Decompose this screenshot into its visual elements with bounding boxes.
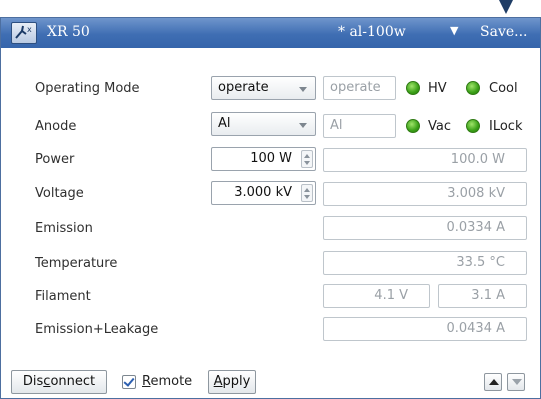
remote-checkbox[interactable]: [122, 375, 136, 389]
app-title: XR 50: [47, 24, 90, 40]
power-readback: 100.0 W: [323, 148, 527, 172]
disconnect-label-part: Dis: [22, 374, 44, 389]
emission-readback: 0.0334 A: [323, 216, 527, 240]
disconnect-button[interactable]: Disconnect: [11, 370, 107, 394]
power-setpoint: 100 W: [250, 151, 292, 166]
anode-label: Anode: [35, 119, 77, 134]
anode-readback: Al: [323, 114, 396, 138]
remote-label-part: emote: [150, 374, 193, 389]
filament-voltage-readback: 4.1 V: [323, 284, 430, 308]
operating-mode-value: operate: [218, 80, 269, 95]
pointer-arrow-icon: [499, 0, 513, 14]
title-bar: x XR 50 * al-100w ▼ Save...: [1, 18, 540, 48]
temperature-label: Temperature: [35, 256, 118, 271]
save-button[interactable]: Save...: [480, 24, 527, 40]
emission-leakage-label: Emission+Leakage: [35, 322, 159, 337]
operating-mode-readback: operate: [323, 76, 396, 100]
voltage-setpoint: 3.000 kV: [234, 185, 292, 200]
filament-label: Filament: [35, 289, 91, 304]
operating-mode-select[interactable]: operate: [211, 76, 316, 100]
vac-led-icon: [406, 119, 420, 133]
operating-mode-label: Operating Mode: [35, 81, 140, 96]
hv-led-icon: [406, 81, 420, 95]
scroll-down-icon[interactable]: [507, 373, 525, 391]
voltage-readback: 3.008 kV: [323, 182, 527, 206]
cool-label: Cool: [489, 81, 518, 96]
spinner-icon[interactable]: [301, 184, 313, 202]
config-name: * al-100w: [338, 24, 406, 40]
svg-text:x: x: [27, 25, 32, 34]
ilock-label: ILock: [489, 119, 523, 134]
dropdown-arrow-icon[interactable]: ▼: [450, 24, 458, 37]
filament-current-readback: 3.1 A: [438, 284, 527, 308]
anode-value: Al: [218, 116, 231, 131]
chevron-down-icon: [299, 123, 307, 128]
xr50-window: x XR 50 * al-100w ▼ Save... Operating Mo…: [0, 17, 541, 399]
hv-label: HV: [428, 81, 447, 96]
power-spinner[interactable]: 100 W: [211, 147, 316, 171]
apply-button[interactable]: Apply: [208, 370, 256, 394]
apply-mnemonic: A: [213, 374, 223, 389]
cool-led-icon: [466, 81, 480, 95]
ilock-led-icon: [466, 119, 480, 133]
apply-label-part: pply: [222, 374, 251, 389]
app-icon: x: [11, 22, 37, 44]
vac-label: Vac: [428, 119, 451, 134]
spinner-icon[interactable]: [301, 150, 313, 168]
power-label: Power: [35, 152, 75, 167]
emission-leakage-readback: 0.0434 A: [323, 317, 527, 341]
voltage-label: Voltage: [35, 186, 84, 201]
scroll-up-icon[interactable]: [484, 373, 502, 391]
chevron-down-icon: [299, 87, 307, 92]
voltage-spinner[interactable]: 3.000 kV: [211, 181, 316, 205]
remote-label[interactable]: Remote: [142, 374, 192, 389]
emission-label: Emission: [35, 221, 93, 236]
disconnect-label-part: onnect: [50, 374, 96, 389]
anode-select[interactable]: Al: [211, 112, 316, 136]
temperature-readback: 33.5 °C: [323, 251, 527, 275]
